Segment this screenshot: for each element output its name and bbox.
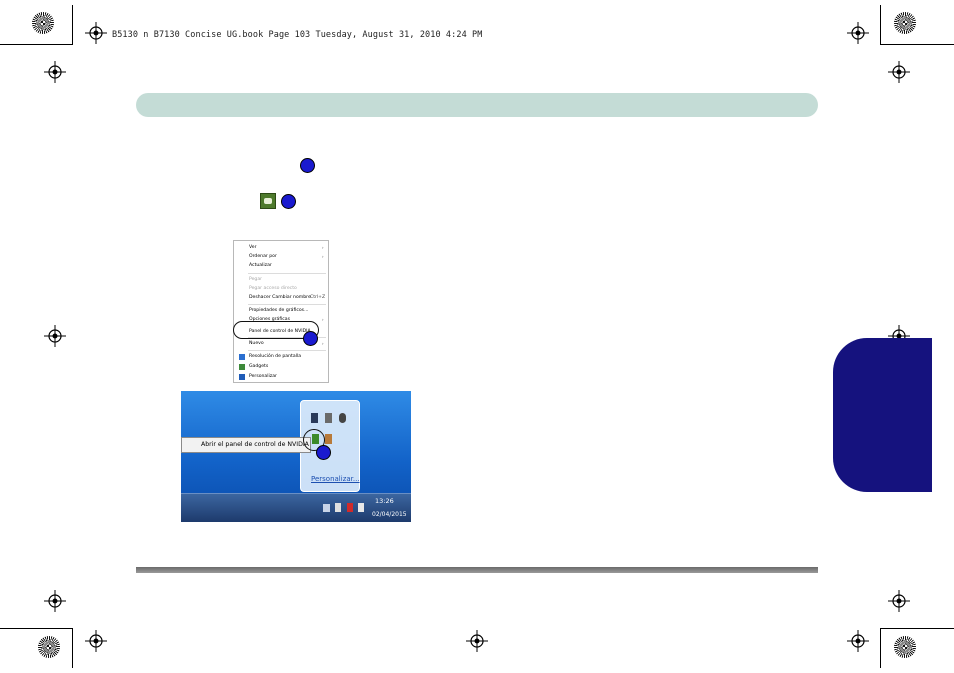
show-hidden-icons-button[interactable] <box>323 504 330 512</box>
crop-mark <box>880 628 954 629</box>
menu-item-resolucion-pantalla[interactable]: Resolución de pantalla <box>234 352 328 362</box>
registration-target <box>85 630 107 652</box>
volume-icon[interactable] <box>358 503 364 512</box>
network-tray-icon[interactable] <box>347 503 353 512</box>
crop-mark <box>0 44 72 45</box>
speaker-icon[interactable] <box>325 434 332 444</box>
nvidia-tooltip: Abrir el panel de control de NVIDIA <box>181 437 311 453</box>
clock-time[interactable]: 13:26 <box>375 497 394 505</box>
menu-separator <box>248 350 326 351</box>
print-starburst-mark <box>894 636 916 658</box>
clock-date[interactable]: 02/04/2015 <box>372 511 407 518</box>
flag-icon[interactable] <box>335 503 341 512</box>
registration-target <box>44 590 66 612</box>
step-marker-tray <box>316 445 331 460</box>
registration-target <box>85 22 107 44</box>
step-marker-menu <box>303 331 318 346</box>
desktop-context-menu: Ver › Ordenar por › Actualizar Pegar Pegar… <box>233 240 329 383</box>
footer-rule <box>136 567 818 573</box>
step-marker-2 <box>281 194 296 209</box>
menu-separator <box>248 273 326 274</box>
crop-mark <box>880 628 881 668</box>
menu-item-actualizar[interactable]: Actualizar <box>234 261 328 271</box>
file-stamp: B5130 n B7130 Concise UG.book Page 103 T… <box>112 30 483 40</box>
print-starburst-mark <box>894 12 916 34</box>
registration-target <box>847 22 869 44</box>
mouse-icon[interactable] <box>339 413 346 423</box>
crop-mark <box>72 628 73 668</box>
step-marker-1 <box>300 158 315 173</box>
section-title-bar <box>136 93 818 117</box>
menu-item-deshacer[interactable]: Deshacer Cambiar nombre Ctrl+Z <box>234 293 328 303</box>
menu-separator <box>248 304 326 305</box>
gadgets-icon <box>239 364 245 370</box>
customize-link[interactable]: Personalizar... <box>311 475 360 483</box>
crop-mark <box>880 44 954 45</box>
monitor-icon <box>239 354 245 360</box>
personalize-icon <box>239 374 245 380</box>
network-icon[interactable] <box>311 413 318 423</box>
crop-mark <box>0 628 72 629</box>
registration-target <box>44 61 66 83</box>
registration-target <box>847 630 869 652</box>
side-language-tab <box>833 338 932 492</box>
usb-icon[interactable] <box>325 413 332 423</box>
nvidia-settings-icon <box>260 193 276 209</box>
print-starburst-mark <box>32 12 54 34</box>
taskbar-screenshot: Personalizar... Abrir el panel de contro… <box>181 391 411 522</box>
print-starburst-mark <box>38 636 60 658</box>
crop-mark <box>880 5 881 45</box>
registration-target <box>44 325 66 347</box>
menu-item-gadgets[interactable]: Gadgets <box>234 362 328 372</box>
registration-target <box>466 630 488 652</box>
menu-item-personalizar[interactable]: Personalizar <box>234 372 328 382</box>
registration-target <box>888 590 910 612</box>
crop-mark <box>72 5 73 45</box>
registration-target <box>888 61 910 83</box>
